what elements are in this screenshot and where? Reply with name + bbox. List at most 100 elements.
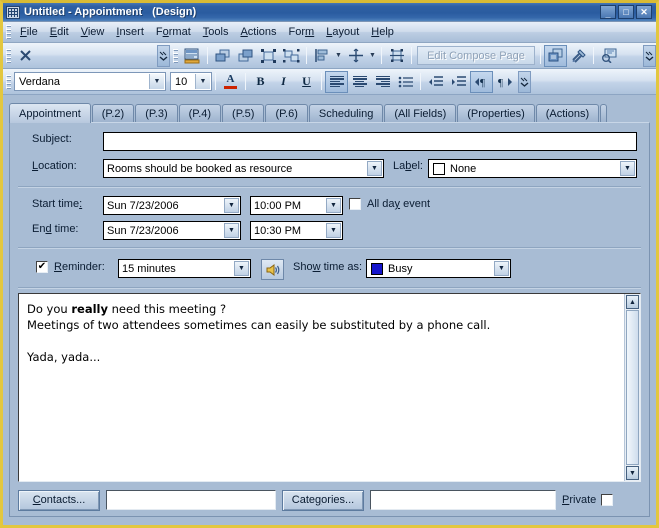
- menu-view[interactable]: View: [75, 24, 111, 40]
- ltr-paragraph-button[interactable]: ¶: [470, 70, 493, 93]
- send-to-back-icon[interactable]: [234, 45, 257, 67]
- menu-edit[interactable]: Edit: [44, 24, 75, 40]
- tab-p4[interactable]: (P.4): [178, 104, 222, 123]
- subject-input[interactable]: [103, 132, 637, 151]
- edit-compose-page-button[interactable]: Edit Compose Page: [417, 46, 535, 65]
- align-left-icon[interactable]: [310, 45, 333, 67]
- subject-row: Subject:: [32, 133, 100, 145]
- font-color-icon[interactable]: A: [219, 71, 242, 93]
- private-label: Private: [562, 494, 597, 506]
- reminder-combo[interactable]: 15 minutes ▼: [118, 259, 251, 278]
- menu-file[interactable]: File: [14, 24, 44, 40]
- standard-toolbar-overflow-right[interactable]: [643, 44, 656, 67]
- label-combo[interactable]: None ▼: [428, 159, 637, 178]
- tab-order-icon[interactable]: [385, 45, 408, 67]
- private-checkbox[interactable]: [601, 494, 614, 506]
- size-icon[interactable]: [344, 45, 367, 67]
- group-icon[interactable]: [257, 45, 280, 67]
- size-dropdown-arrow-icon[interactable]: ▼: [367, 45, 378, 67]
- menu-format[interactable]: Format: [150, 24, 197, 40]
- formatting-toolbar-overflow[interactable]: [518, 70, 531, 93]
- tab-properties[interactable]: (Properties): [457, 104, 535, 123]
- tab-actions[interactable]: (Actions): [535, 104, 600, 123]
- menu-form[interactable]: Form: [283, 24, 321, 40]
- menu-layout[interactable]: Layout: [320, 24, 365, 40]
- tab-all-fields[interactable]: (All Fields): [384, 104, 457, 123]
- menu-actions[interactable]: Actions: [234, 24, 282, 40]
- underline-icon: U: [302, 74, 311, 88]
- end-date-chevron-down-icon[interactable]: ▼: [224, 223, 239, 238]
- categories-button[interactable]: Cate g ories...: [282, 489, 364, 511]
- start-clock-combo[interactable]: 10:00 PM ▼: [250, 196, 343, 215]
- reminder-chevron-down-icon[interactable]: ▼: [234, 261, 249, 276]
- location-chevron-down-icon[interactable]: ▼: [367, 161, 382, 176]
- tab-appointment[interactable]: Appointment: [9, 103, 91, 123]
- control-toolbox-icon[interactable]: [544, 44, 567, 67]
- label-chevron-down-icon[interactable]: ▼: [620, 161, 635, 176]
- rtl-paragraph-button[interactable]: ¶: [493, 71, 516, 93]
- reminder-checkbox[interactable]: ✔: [36, 261, 48, 273]
- menu-help[interactable]: Help: [365, 24, 400, 40]
- start-date-combo[interactable]: Sun 7/23/2006 ▼: [103, 196, 241, 215]
- increase-indent-button[interactable]: [447, 71, 470, 93]
- design-toolbar-grip[interactable]: [173, 48, 178, 63]
- contacts-field[interactable]: [106, 490, 276, 510]
- start-clock-chevron-down-icon[interactable]: ▼: [326, 198, 341, 213]
- menubar-grip[interactable]: [6, 25, 11, 39]
- formatting-toolbar-grip[interactable]: [6, 74, 11, 89]
- font-size-chevron-down-icon[interactable]: ▼: [195, 74, 210, 89]
- tab-p5[interactable]: (P.5): [222, 104, 265, 123]
- tab-p3[interactable]: (P.3): [135, 104, 178, 123]
- tab-scheduling[interactable]: Scheduling: [308, 104, 384, 123]
- notes-editor[interactable]: Do you really need this meeting ? Meeting…: [18, 293, 641, 482]
- tab-p6[interactable]: (P.6): [265, 104, 308, 123]
- end-clock-combo[interactable]: 10:30 PM ▼: [250, 221, 343, 240]
- ungroup-icon[interactable]: [280, 45, 303, 67]
- standard-toolbar-overflow[interactable]: [157, 44, 170, 67]
- align-center-button[interactable]: [348, 71, 371, 93]
- decrease-indent-button[interactable]: [424, 71, 447, 93]
- view-code-icon[interactable]: [597, 45, 620, 67]
- end-clock-chevron-down-icon[interactable]: ▼: [326, 223, 341, 238]
- font-name-chevron-down-icon[interactable]: ▼: [149, 74, 164, 89]
- menu-tools[interactable]: Tools: [197, 24, 235, 40]
- maximize-button[interactable]: □: [618, 5, 634, 19]
- bold-button[interactable]: B: [249, 71, 272, 93]
- end-date-combo[interactable]: Sun 7/23/2006 ▼: [103, 221, 241, 240]
- all-day-event-checkbox[interactable]: [349, 198, 361, 210]
- show-time-as-combo[interactable]: Busy ▼: [366, 259, 511, 278]
- font-size-combo[interactable]: 10 ▼: [170, 72, 212, 91]
- align-right-button[interactable]: [371, 71, 394, 93]
- reminder-sound-button[interactable]: [261, 259, 284, 280]
- minimize-button[interactable]: _: [600, 5, 616, 19]
- contacts-button[interactable]: Contacts...: [18, 489, 100, 511]
- close-form-icon[interactable]: [14, 45, 37, 67]
- standard-toolbar-grip[interactable]: [6, 48, 11, 63]
- close-button[interactable]: ✕: [636, 5, 652, 19]
- categories-field[interactable]: [370, 490, 556, 510]
- field-chooser-icon[interactable]: [181, 45, 204, 67]
- tab-all-fields-label: (All Fields): [394, 108, 447, 120]
- tab-p2[interactable]: (P.2): [91, 104, 135, 123]
- reminder-label: Reminder:: [54, 261, 105, 273]
- show-time-as-chevron-down-icon[interactable]: ▼: [494, 261, 509, 276]
- menu-insert[interactable]: Insert: [110, 24, 150, 40]
- reminder-check-glyph: ✔: [37, 261, 47, 272]
- location-combo[interactable]: Rooms should be booked as resource ▼: [103, 159, 384, 178]
- scroll-up-button[interactable]: ▲: [626, 295, 639, 309]
- start-date-value: Sun 7/23/2006: [107, 199, 179, 212]
- font-name-combo[interactable]: Verdana ▼: [14, 72, 166, 91]
- italic-button[interactable]: I: [272, 71, 295, 93]
- bring-to-front-icon[interactable]: [211, 45, 234, 67]
- align-left-button[interactable]: [325, 70, 348, 93]
- properties-icon[interactable]: [567, 45, 590, 67]
- align-dropdown-arrow-icon[interactable]: ▼: [333, 45, 344, 67]
- bullets-button[interactable]: [394, 71, 417, 93]
- start-date-chevron-down-icon[interactable]: ▼: [224, 198, 239, 213]
- scroll-down-button[interactable]: ▼: [626, 466, 639, 480]
- underline-button[interactable]: U: [295, 71, 318, 93]
- notes-vertical-scrollbar[interactable]: ▲ ▼: [624, 294, 640, 481]
- scrollbar-thumb[interactable]: [626, 310, 639, 465]
- tab-overflow-stub[interactable]: [600, 104, 608, 123]
- tab-p5-label: (P.5): [232, 108, 255, 120]
